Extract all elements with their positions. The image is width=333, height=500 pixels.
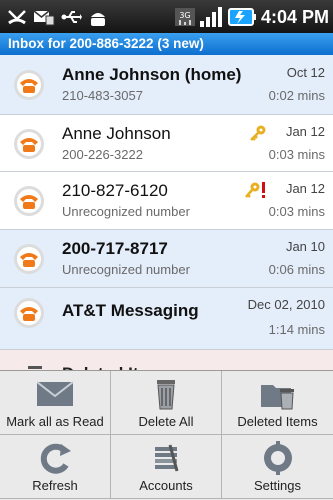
voicemail-phone-icon	[14, 129, 44, 159]
message-date: Jan 12	[285, 124, 325, 139]
caller-number: 210-483-3057	[62, 88, 143, 103]
settings-button[interactable]: Settings	[222, 435, 333, 499]
deleted-items-button[interactable]: Deleted Items	[222, 371, 333, 435]
battery-icon	[227, 8, 256, 26]
caller-number: 200-226-3222	[62, 147, 143, 162]
caller-name: Anne Johnson (home)	[62, 65, 242, 84]
caller-name: 210-827-6120	[62, 181, 168, 200]
message-row[interactable]: Anne Johnson (home) 210-483-3057 Oct 12 …	[0, 55, 333, 115]
message-duration: 0:03 mins	[268, 147, 325, 162]
usb-icon	[61, 11, 82, 23]
clock: 4:04 PM	[260, 6, 329, 27]
voicemail-phone-icon	[14, 244, 44, 274]
trash-icon	[157, 380, 175, 410]
voicemail-phone-icon	[14, 186, 44, 216]
refresh-icon	[40, 443, 71, 474]
menu-label: Accounts	[139, 478, 193, 493]
options-menu: Mark all as Read Delete All Deleted Item…	[0, 370, 333, 500]
menu-label: Settings	[254, 478, 301, 493]
menu-label: Delete All	[138, 414, 194, 429]
caller-name: Anne Johnson	[62, 124, 171, 143]
voicemail-phone-icon	[14, 70, 44, 100]
delete-all-button[interactable]: Delete All	[111, 371, 222, 435]
message-duration: 1:14 mins	[268, 322, 325, 337]
status-bar: 3G 4:04 PM	[0, 0, 333, 33]
envelope-icon	[36, 381, 74, 406]
notification-icons	[6, 6, 109, 28]
caller-name: AT&T Messaging	[62, 301, 199, 320]
missed-call-icon	[8, 10, 26, 25]
message-date: Dec 02, 2010	[247, 297, 325, 312]
menu-label: Refresh	[32, 478, 78, 493]
caller-name: 200-717-8717	[62, 239, 168, 258]
menu-label: Deleted Items	[237, 414, 318, 429]
caller-number: Unrecognized number	[62, 262, 190, 277]
message-row[interactable]: 200-717-8717 Unrecognized number Jan 10 …	[0, 230, 333, 288]
messages-icon	[33, 10, 55, 26]
inbox-header: Inbox for 200-886-3222 (3 new)	[0, 33, 333, 55]
accounts-icon	[155, 444, 179, 472]
settings-icon	[263, 441, 292, 475]
svg-text:3G: 3G	[179, 11, 190, 20]
message-row[interactable]: Anne Johnson 200-226-3222 Jan 12 0:03 mi…	[0, 115, 333, 172]
menu-label: Mark all as Read	[6, 414, 104, 429]
key-urgent-icon	[245, 182, 265, 198]
refresh-button[interactable]: Refresh	[0, 435, 111, 499]
status-icons: 3G 4:04 PM	[174, 5, 329, 29]
message-duration: 0:03 mins	[268, 204, 325, 219]
mark-all-read-button[interactable]: Mark all as Read	[0, 371, 111, 435]
message-date: Jan 12	[285, 181, 325, 196]
message-date: Oct 12	[286, 65, 325, 80]
3g-icon: 3G	[174, 8, 195, 26]
android-icon	[91, 13, 105, 26]
deleted-folder-icon	[260, 385, 294, 410]
caller-number: Unrecognized number	[62, 204, 190, 219]
message-row[interactable]: 210-827-6120 Unrecognized number Jan 12 …	[0, 172, 333, 230]
accounts-button[interactable]: Accounts	[111, 435, 222, 499]
message-duration: 0:02 mins	[268, 88, 325, 103]
message-duration: 0:06 mins	[268, 262, 325, 277]
message-date: Jan 10	[285, 239, 325, 254]
message-row[interactable]: AT&T Messaging Dec 02, 2010 1:14 mins	[0, 288, 333, 350]
voicemail-phone-icon	[14, 298, 44, 328]
key-icon	[250, 125, 266, 141]
signal-icon	[199, 7, 222, 27]
